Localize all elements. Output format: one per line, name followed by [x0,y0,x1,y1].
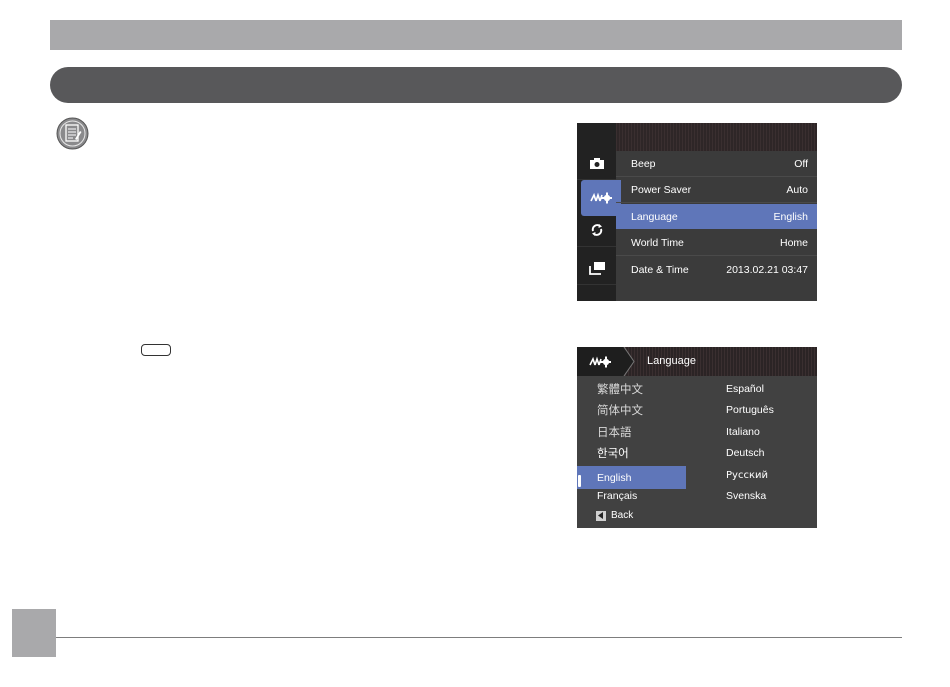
footer-rule [56,637,902,638]
language-option-fr[interactable]: Français [597,486,637,507]
note-icon [56,117,89,150]
button-key-icon [141,344,171,356]
settings-row-beep[interactable]: Beep Off [616,151,817,177]
language-option-ko[interactable]: 한국어 [597,443,629,464]
language-option-sv[interactable]: Svenska [726,486,766,507]
back-button[interactable]: Back [596,510,633,521]
settings-row-world-time[interactable]: World Time Home [616,230,817,256]
language-option-zh-cn[interactable]: 简体中文 [597,400,643,421]
language-option-ru[interactable]: Русский [726,465,768,486]
camera-icon [589,157,604,169]
row-label: Beep [631,157,656,170]
language-screen: Language 繁體中文 简体中文 日本語 한국어 English Franç… [577,347,817,528]
settings-screen: Beep Off Power Saver Auto Language Engli… [577,123,817,301]
language-option-zh-tw[interactable]: 繁體中文 [597,379,643,400]
language-title: Language [647,355,696,367]
row-label: Language [631,210,678,223]
selection-marker [578,475,581,487]
row-value: English [773,210,808,223]
settings-row-language[interactable]: Language English [616,204,817,229]
page-number-block [12,609,56,657]
row-label: Date & Time [631,264,689,276]
top-header-band [50,20,902,50]
row-value: 2013.02.21 03:47 [726,264,808,276]
settings-icon [589,355,611,367]
section-title-bar [50,67,902,103]
back-arrow-icon [596,510,606,521]
language-option-pt[interactable]: Português [726,400,774,421]
language-option-it[interactable]: Italiano [726,422,760,443]
tab-refresh[interactable] [577,214,616,247]
settings-row-date-time[interactable]: Date & Time 2013.02.21 03:47 [616,257,817,283]
row-value: Auto [786,183,808,196]
language-option-es[interactable]: Español [726,379,764,400]
playback-icon [588,261,605,275]
row-value: Off [794,157,808,170]
language-option-ja[interactable]: 日本語 [597,422,632,443]
tab-camera[interactable] [577,147,616,180]
refresh-icon [591,224,602,236]
breadcrumb-chevron-icon [623,347,635,376]
breadcrumb-settings[interactable] [577,347,623,376]
row-label: World Time [631,236,684,249]
settings-header [616,123,817,151]
row-value: Home [779,236,808,249]
tab-playback[interactable] [577,252,616,285]
language-option-de[interactable]: Deutsch [726,443,765,464]
settings-icon [590,192,612,204]
tab-settings[interactable] [581,180,621,216]
settings-row-power-saver[interactable]: Power Saver Auto [616,177,817,203]
row-label: Power Saver [631,183,692,196]
back-label: Back [611,510,634,521]
